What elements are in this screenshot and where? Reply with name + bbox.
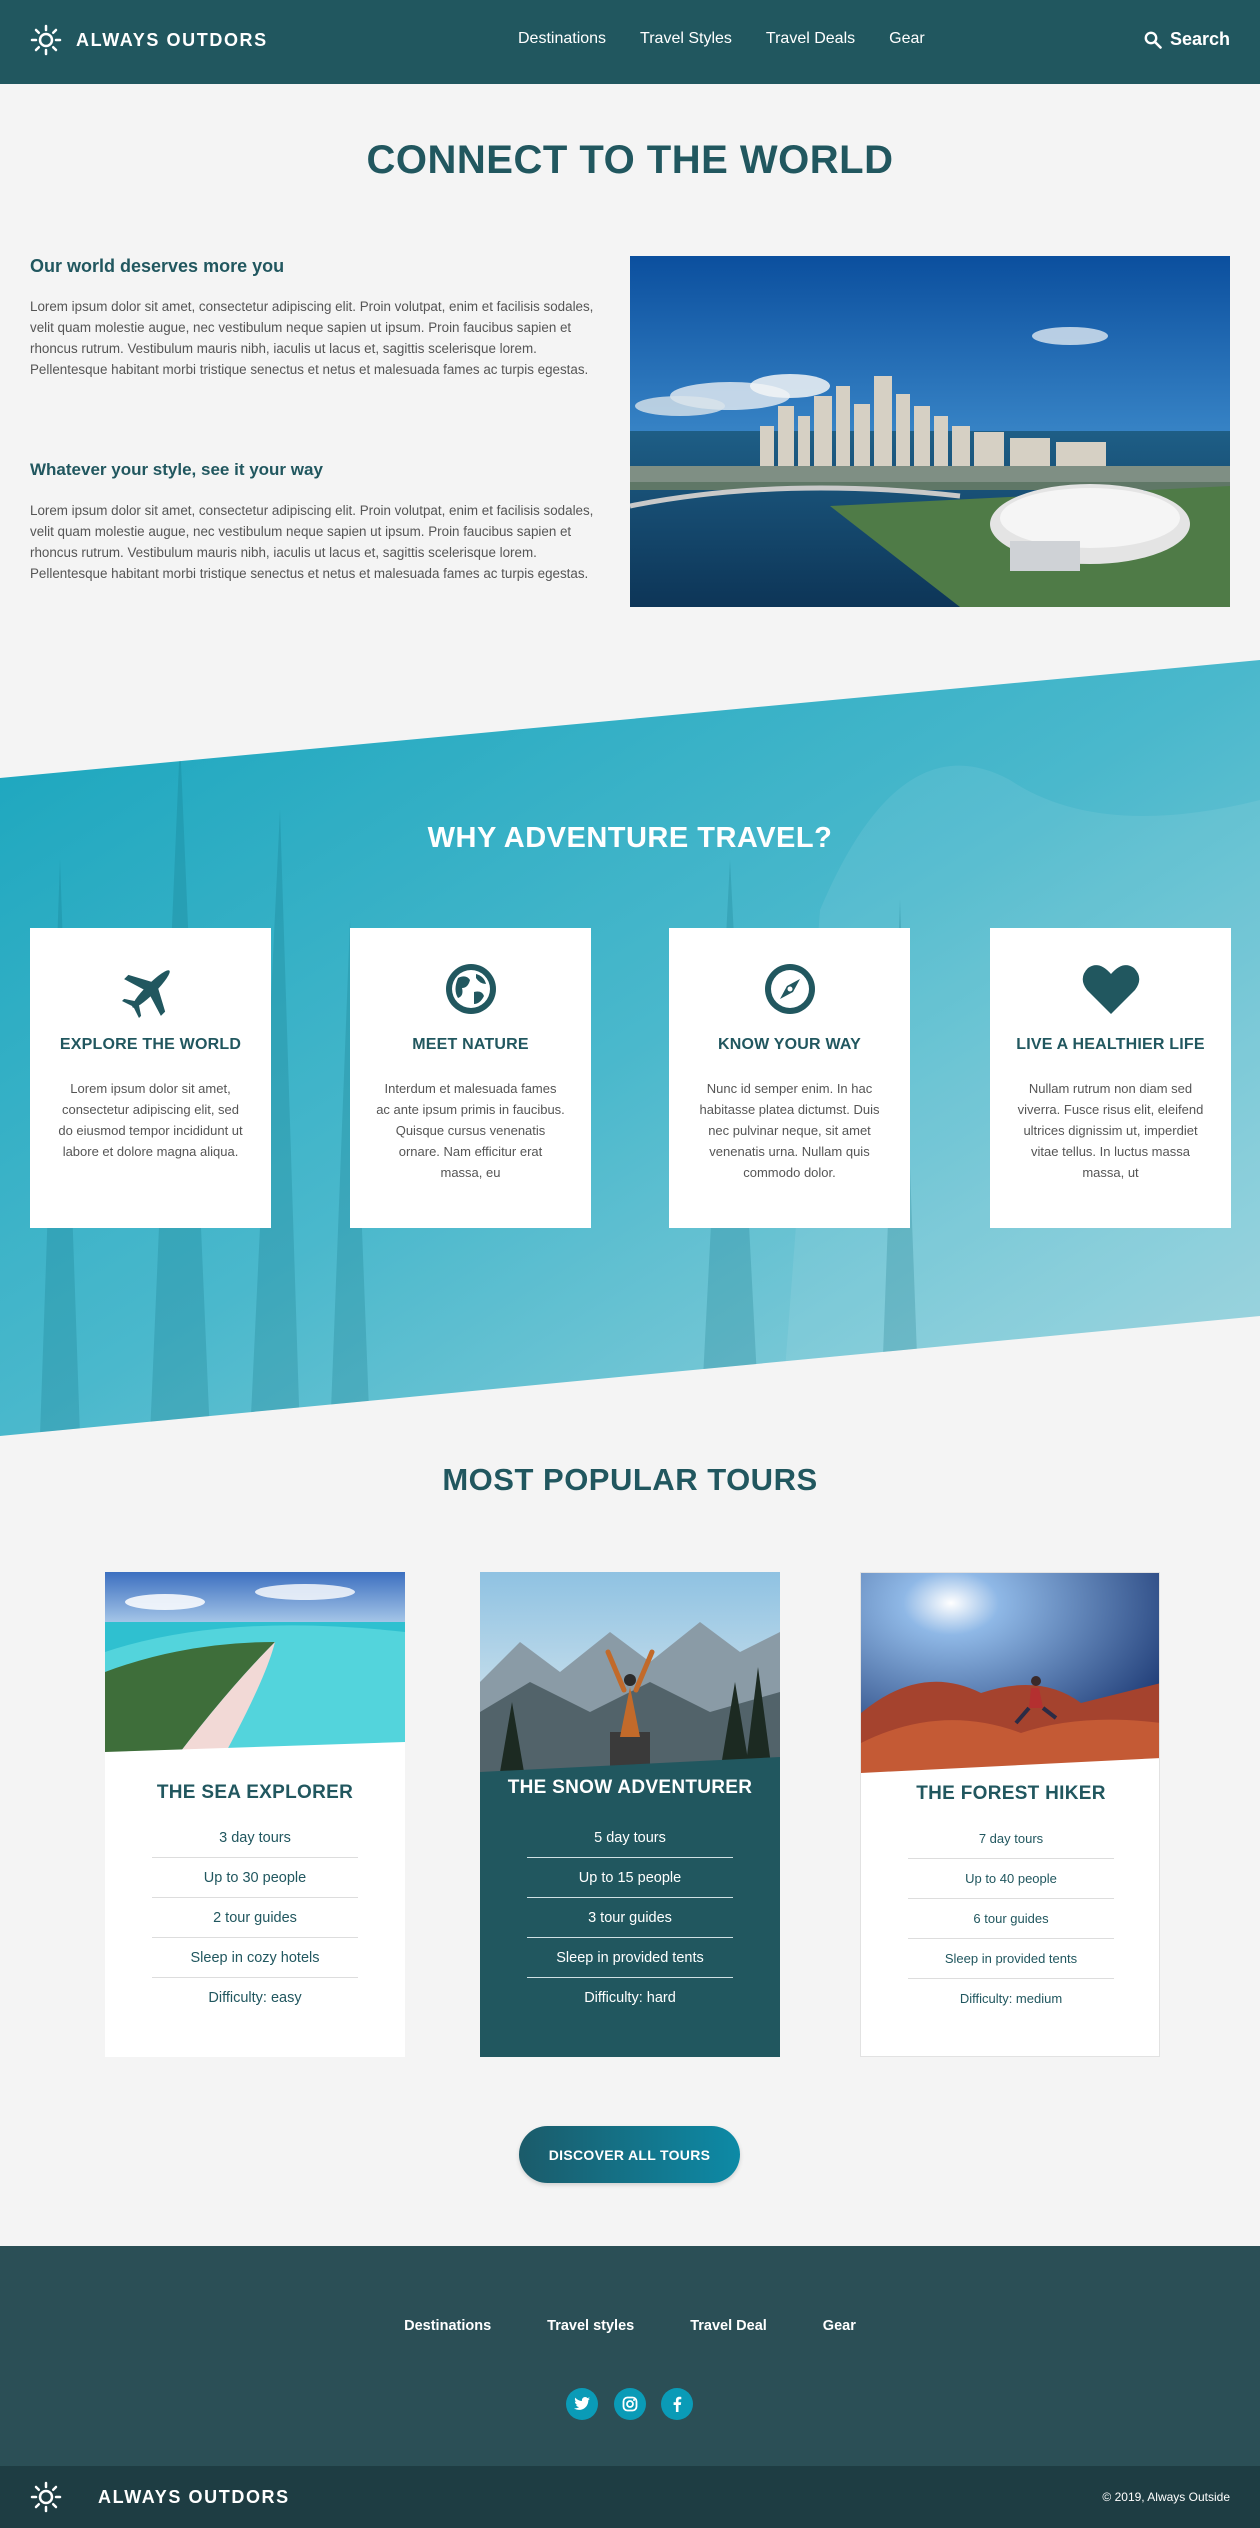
feature-title: KNOW YOUR WAY [717,1036,862,1053]
nav-destinations[interactable]: Destinations [518,30,606,48]
nav-gear[interactable]: Gear [889,30,925,48]
tour-detail: Sleep in cozy hotels [152,1938,358,1978]
forest-image [861,1573,1159,1773]
feature-title: LIVE A HEALTHIER LIFE [1016,1036,1205,1053]
tour-name: THE FOREST HIKER [916,1783,1106,1804]
feature-title: MEET NATURE [412,1036,529,1053]
tour-detail: Difficulty: medium [959,1991,1063,2006]
nav-travel-deals[interactable]: Travel Deals [766,30,855,48]
tour-detail: Sleep in provided tents [527,1938,733,1978]
feature-card: EXPLORE THE WORLD Lorem ipsum dolor sit … [30,928,271,1228]
tour-details: 7 day tours Up to 40 people 6 tour guide… [908,1819,1114,2019]
search-icon [1144,31,1162,49]
twitter-icon [574,2397,590,2410]
footer-brand: ALWAYS OUTDORS [98,2487,290,2507]
discover-tours-button[interactable]: DISCOVER ALL TOURS [519,2126,740,2183]
city-image [630,256,1230,607]
copyright: © 2019, Always Outside [1102,2490,1230,2504]
instagram-icon [622,2396,638,2412]
tour-detail: Sleep in provided tents [908,1939,1114,1979]
site-header: ALWAYS OUTDORS Destinations Travel Style… [0,0,1260,84]
tour-name: THE SNOW ADVENTURER [507,1777,753,1798]
tour-detail: 7 day tours [908,1819,1114,1859]
footer-nav-travel-styles[interactable]: Travel styles [547,2318,634,2334]
intro-text-2: Lorem ipsum dolor sit amet, consectetur … [30,503,594,581]
twitter-button[interactable] [566,2388,598,2420]
tour-detail: Up to 30 people [152,1858,358,1898]
tour-detail: 3 day tours [152,1818,358,1858]
bottom-bar: ALWAYS OUTDORS © 2019, Always Outside [0,2466,1260,2528]
globe-icon [376,958,565,1020]
sun-logo-icon [30,2481,62,2513]
search-button[interactable]: Search [1144,29,1230,50]
feature-card: MEET NATURE Interdum et malesuada fames … [350,928,591,1228]
feature-text: Lorem ipsum dolor sit amet, consectetur … [58,1081,243,1159]
feature-text: Nunc id semper enim. In hac habitasse pl… [699,1081,880,1180]
heart-icon [1016,958,1205,1020]
footer-nav-destinations[interactable]: Destinations [404,2318,491,2334]
feature-card: LIVE A HEALTHIER LIFE Nullam rutrum non … [990,928,1231,1228]
search-label: Search [1169,29,1230,49]
why-title: WHY ADVENTURE TRAVEL? [427,822,833,854]
brand-name: ALWAYS OUTDORS [76,29,268,50]
intro-heading-2: Whatever your style, see it your way [30,460,323,479]
feature-text: Interdum et malesuada fames ac ante ipsu… [376,1081,565,1180]
tour-detail: Up to 40 people [908,1859,1114,1899]
sun-logo-icon [30,24,62,56]
tour-name: THE SEA EXPLORER [156,1782,354,1803]
facebook-icon [673,2396,682,2412]
tour-detail: Difficulty: hard [584,1990,676,2006]
tour-details: 3 day tours Up to 30 people 2 tour guide… [152,1818,358,2018]
tours-title: MOST POPULAR TOURS [442,1462,818,1497]
tour-card[interactable]: THE FOREST HIKER 7 day tours Up to 40 pe… [860,1572,1160,2057]
tour-detail: Difficulty: easy [208,1990,302,2006]
compass-icon [695,958,884,1020]
page-title: CONNECT TO THE WORLD [366,138,894,182]
tour-details: 5 day tours Up to 15 people 3 tour guide… [527,1818,733,2018]
footer-nav: Destinations Travel styles Travel Deal G… [0,2318,1260,2334]
tour-detail: Up to 15 people [527,1858,733,1898]
tour-detail: 2 tour guides [152,1898,358,1938]
airplane-icon [56,958,245,1020]
tour-card[interactable]: THE SNOW ADVENTURER 5 day tours Up to 15… [480,1572,780,2057]
intro-heading-1: Our world deserves more you [30,256,285,276]
feature-card: KNOW YOUR WAY Nunc id semper enim. In ha… [669,928,910,1228]
intro-text-1: Lorem ipsum dolor sit amet, consectetur … [30,299,594,377]
tour-detail: 6 tour guides [908,1899,1114,1939]
logo[interactable]: ALWAYS OUTDORS [30,24,268,56]
tour-detail: 5 day tours [527,1818,733,1858]
footer-nav-gear[interactable]: Gear [823,2318,856,2334]
feature-title: EXPLORE THE WORLD [59,1036,242,1053]
tour-card[interactable]: THE SEA EXPLORER 3 day tours Up to 30 pe… [105,1572,405,2057]
facebook-button[interactable] [661,2388,693,2420]
instagram-button[interactable] [614,2388,646,2420]
tour-detail: 3 tour guides [527,1898,733,1938]
footer [0,2246,1260,2466]
snow-image [480,1572,780,1772]
feature-text: Nullam rutrum non diam sed viverra. Fusc… [1017,1081,1204,1180]
footer-nav-travel-deal[interactable]: Travel Deal [690,2318,767,2334]
sea-image [105,1572,405,1772]
main-nav: Destinations Travel Styles Travel Deals … [518,30,925,48]
nav-travel-styles[interactable]: Travel Styles [640,30,732,48]
